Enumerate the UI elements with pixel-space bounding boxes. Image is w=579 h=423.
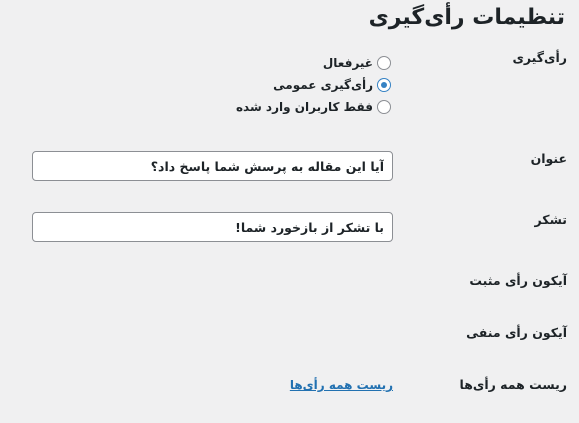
radio-unchecked-icon[interactable] [377,100,391,114]
reset-votes-link[interactable]: ریست همه رأی‌ها [290,376,393,394]
title-input[interactable] [32,151,393,181]
voting-option-public[interactable]: رأی‌گیری عمومی [231,74,391,96]
voting-option-label: غیرفعال [322,56,373,70]
voting-option-label: رأی‌گیری عمومی [273,78,373,92]
radio-dot-icon [381,82,387,88]
thanks-field-label: تشکر [534,212,567,227]
title-field-label: عنوان [530,151,567,166]
negative-icon-label: آیکون رأی منفی [466,325,567,340]
reset-votes-label: ریست همه رأی‌ها [459,377,567,392]
page-title: تنظیمات رأی‌گیری [368,5,565,30]
voting-label: رأی‌گیری [512,50,567,65]
positive-icon-label: آیکون رأی مثبت [469,273,567,288]
voting-radio-group: غیرفعال رأی‌گیری عمومی فقط کاربران وارد … [231,52,391,118]
voting-settings-page: تنظیمات رأی‌گیری رأی‌گیری غیرفعال رأی‌گی… [0,0,579,423]
radio-checked-icon[interactable] [377,78,391,92]
voting-option-logged-in[interactable]: فقط کاربران وارد شده [231,96,391,118]
radio-unchecked-icon[interactable] [377,56,391,70]
voting-option-label: فقط کاربران وارد شده [235,100,373,114]
voting-option-disabled[interactable]: غیرفعال [231,52,391,74]
thanks-input[interactable] [32,212,393,242]
